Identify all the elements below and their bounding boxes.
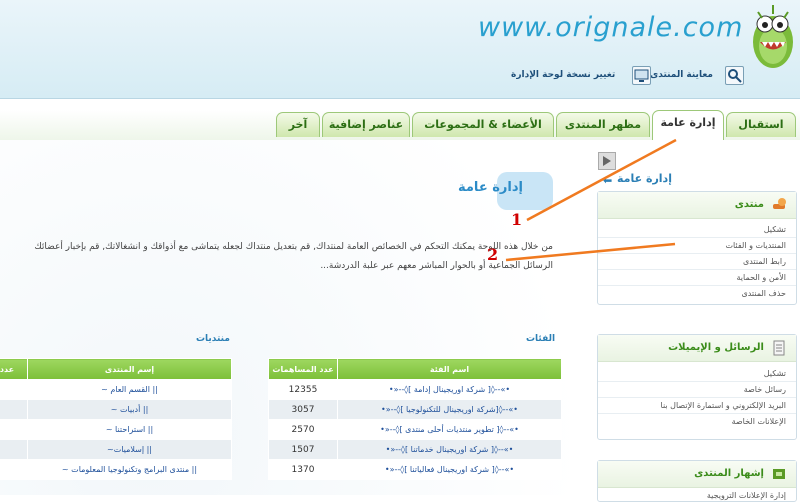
sidebar-item-private-messages[interactable]: رسائل خاصة [598,382,796,398]
category-count: 1370 [268,459,338,480]
forum-link[interactable]: || إسلاميات~ [27,439,232,460]
tab-extra-elements[interactable]: عناصر إضافية [322,112,410,137]
table-row: 12355 •»--◊[ شركة اوريجينال إدامة ]◊--«• [268,379,562,400]
table-row: || إسلاميات~ [0,439,232,460]
table-row: || استراحتنا ~ [0,419,232,440]
sidebar-item-special-ads[interactable]: الإعلانات الخاصة [598,414,796,429]
forum-count [0,439,28,460]
forum-link[interactable]: || منتدى البرامج وتكنولوجيا المعلومات ~ [27,459,232,480]
sidebar-item-email-contact[interactable]: البريد الإلكتروني و استمارة الإتصال بنا [598,398,796,414]
description-line: الرسائل الجماعية أو بالحوار المباشر معهم… [320,261,553,271]
category-link[interactable]: •»--◊[ شركة اوريجينال خدماتنا ]◊--«• [337,439,562,460]
forum-count [0,419,28,440]
category-link[interactable]: •»--◊[ شركة اوريجينال فعالياتنا ]◊--«• [337,459,562,480]
column-header-forum-name: إسم المنتدى [27,358,232,380]
switch-panel-icon[interactable] [632,66,651,85]
sidebar-item-forums-categories[interactable]: المنتديات و الفئات [598,238,796,254]
forums-table: عدد إسم المنتدى || القسم العام ~ || أدبي… [0,358,232,480]
megaphone-icon [773,469,785,479]
tab-members-groups[interactable]: الأعضاء & المجموعات [412,112,554,137]
sidebar-item-messages-configure[interactable]: تشكيل [598,366,796,382]
table-row: || القسم العام ~ [0,379,232,400]
sidebar-promo-title: إشهار المنتدى [694,468,764,479]
section-breadcrumb[interactable]: إدارة عامة [617,172,672,185]
page-description: من خلال هذه اللوحة يمكنك التحكم في الخصا… [0,238,553,276]
column-header-forum-count: عدد [0,358,28,380]
tab-forum-display[interactable]: مظهر المنتدى [556,112,650,137]
column-header-category-name: اسم الفئة [337,358,562,380]
sidebar-promo-header[interactable]: إشهار المنتدى [598,461,796,488]
forum-link[interactable]: || أدبيات ~ [27,399,232,420]
column-header-count: عدد المساهمات [268,358,338,380]
preview-forum-icon[interactable] [725,66,744,85]
category-link[interactable]: •»--◊[ شركة اوريجينال إدامة ]◊--«• [337,379,562,400]
table-row: 3057 •»--◊[شركة اوريجينال للتكنولوجيا ]◊… [268,399,562,420]
play-arrow-icon[interactable] [598,152,616,170]
forum-count [0,399,28,420]
site-logo-text: www.orignale.com [478,12,744,43]
sidebar-promo-box: إشهار المنتدى إدارة الإعلانات الترويجية [597,460,797,502]
tab-general-admin[interactable]: إدارة عامة [652,110,724,141]
forum-link[interactable]: || القسم العام ~ [27,379,232,400]
forum-link[interactable]: || استراحتنا ~ [27,419,232,440]
sidebar-messages-title: الرسائل و الإيميلات [668,342,764,353]
category-link[interactable]: •»--◊[ تطوير منتديات أحلى منتدى ]◊--«• [337,419,562,440]
sidebar-item-configure[interactable]: تشكيل [598,222,796,238]
category-count: 2570 [268,419,338,440]
table-row: 1370 •»--◊[ شركة اوريجينال فعالياتنا ]◊-… [268,459,562,480]
sidebar-item-forum-link[interactable]: رابط المنتدى [598,254,796,270]
left-arrow-icon: ⬅ [603,174,613,187]
preview-forum-link[interactable]: معاينة المنتدى [650,70,713,80]
annotation-label-1: 1 [511,210,523,229]
forum-count [0,379,28,400]
admin-header: www.orignale.com معاينة المنتدى تغيير نس… [0,0,800,99]
tab-home[interactable]: استقبال [726,112,796,137]
description-line: من خلال هذه اللوحة يمكنك التحكم في الخصا… [34,242,553,252]
document-icon [773,340,785,356]
forum-count [0,459,28,480]
tab-other[interactable]: آخر [276,112,320,137]
sidebar-item-promo-ads[interactable]: إدارة الإعلانات الترويجية [598,488,796,503]
category-count: 1507 [268,439,338,460]
category-link[interactable]: •»--◊[شركة اوريجينال للتكنولوجيا ]◊--«• [337,399,562,420]
sidebar-messages-box: الرسائل و الإيميلات تشكيل رسائل خاصة الب… [597,334,797,440]
tools-icon [773,198,786,209]
page-title: إدارة عامة [458,180,523,195]
categories-table: عدد المساهمات اسم الفئة 12355 •»--◊[ شرك… [268,358,562,480]
switch-panel-link[interactable]: تغيير نسخة لوحة الإدارة [511,70,615,80]
monster-mascot-icon [753,5,793,68]
sidebar-messages-header[interactable]: الرسائل و الإيميلات [598,335,796,362]
category-count: 3057 [268,399,338,420]
sidebar-forum-title: منتدى [734,199,764,210]
table-row: || منتدى البرامج وتكنولوجيا المعلومات ~ [0,459,232,480]
sidebar-forum-header[interactable]: منتدى [598,192,796,219]
sidebar-forum-box: منتدى تشكيل المنتديات و الفئات رابط المن… [597,191,797,305]
sidebar-item-security[interactable]: الأمن و الحماية [598,270,796,286]
category-count: 12355 [268,379,338,400]
categories-title: الفئات [526,334,556,344]
table-row: 2570 •»--◊[ تطوير منتديات أحلى منتدى ]◊-… [268,419,562,440]
forums-title: منتديات [196,334,230,344]
table-row: 1507 •»--◊[ شركة اوريجينال خدماتنا ]◊--«… [268,439,562,460]
sidebar-item-delete-forum[interactable]: حذف المنتدى [598,286,796,301]
table-row: || أدبيات ~ [0,399,232,420]
annotation-label-2: 2 [487,245,499,264]
